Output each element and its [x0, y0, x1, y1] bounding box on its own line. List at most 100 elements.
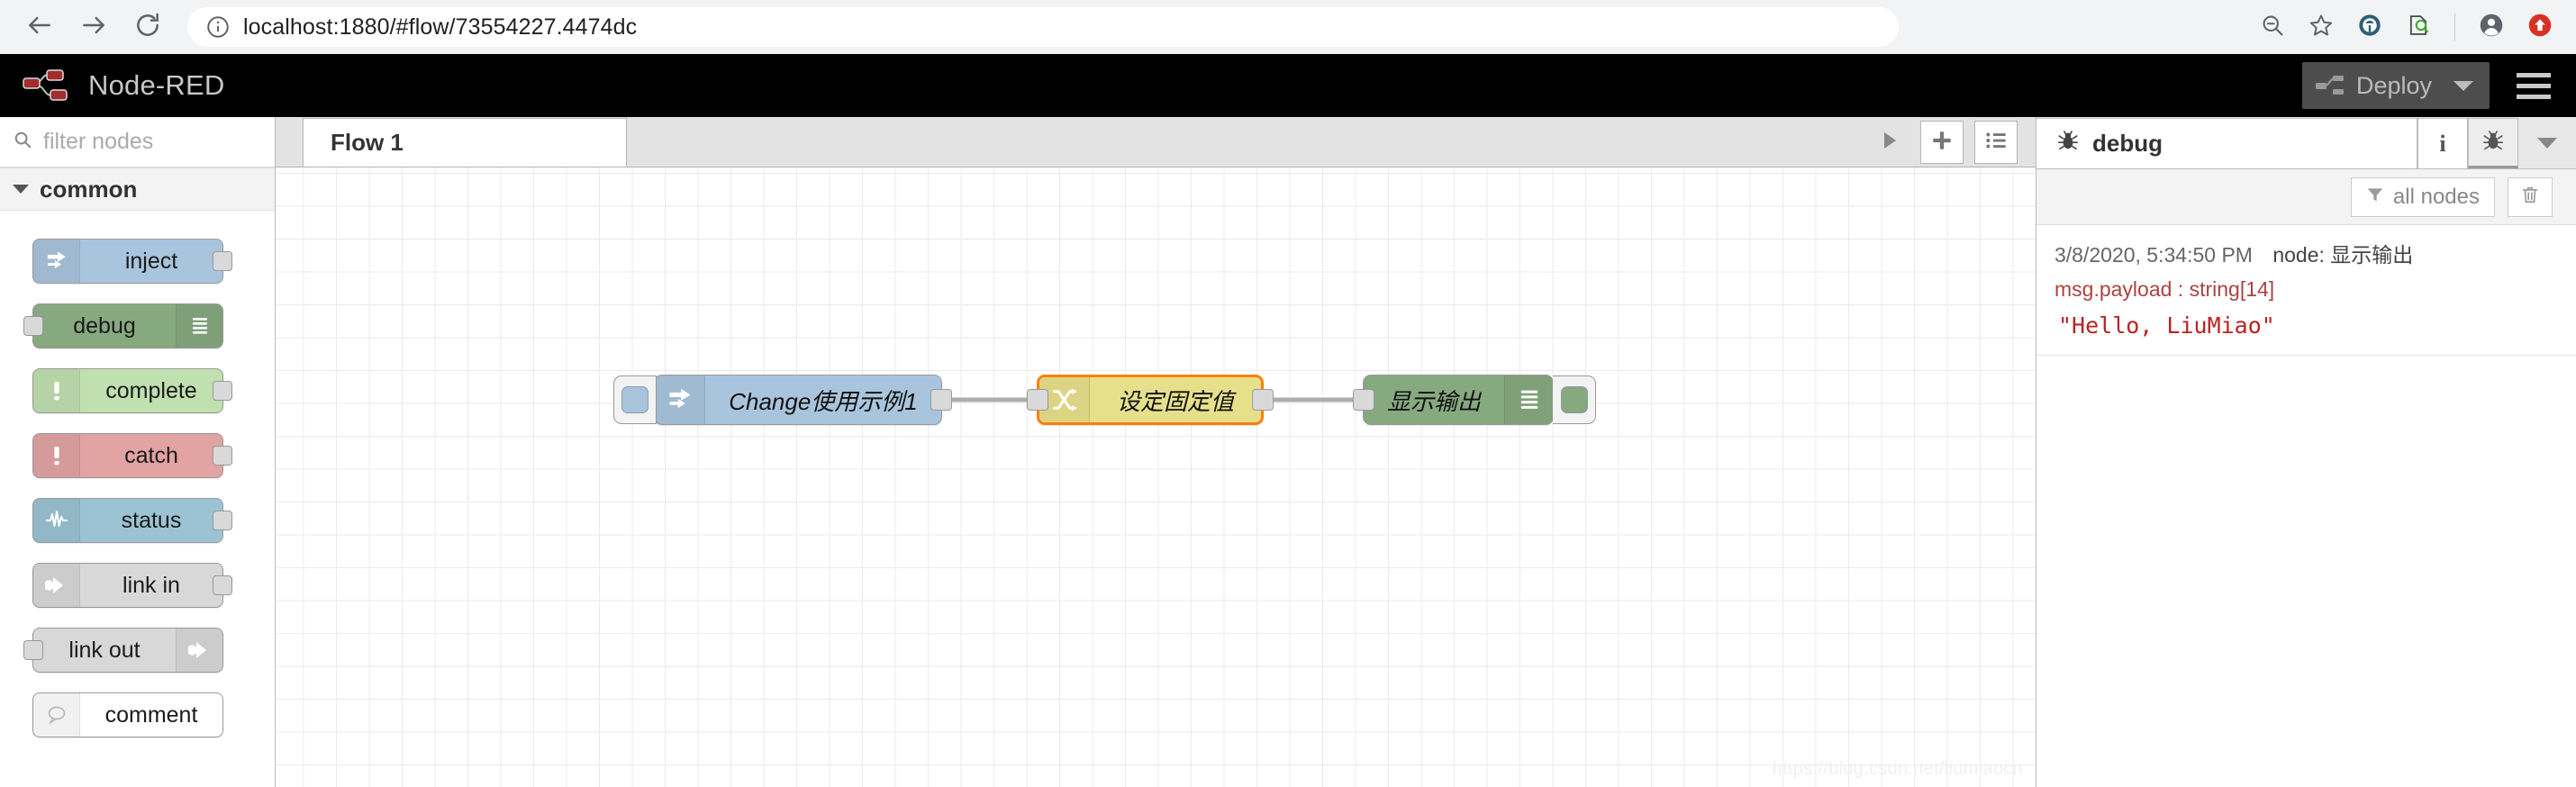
debug-value: "Hello, LiuMiao"	[2058, 312, 2275, 339]
next-flow-icon	[1878, 130, 1900, 156]
forward-button[interactable]	[68, 2, 119, 52]
header-actions: Deploy	[2301, 62, 2554, 109]
app-logo: Node-RED	[22, 67, 224, 104]
palette-item-inject[interactable]: inject	[0, 229, 275, 294]
filter-nodes-button[interactable]: all nodes	[2350, 176, 2495, 217]
add-flow-button[interactable]	[1920, 121, 1964, 164]
deploy-node-icon	[2315, 74, 2345, 97]
filter-label: all nodes	[2392, 184, 2480, 209]
sidebar-tabbar: debug i	[2036, 117, 2576, 169]
extension-shield-button[interactable]	[2346, 4, 2393, 50]
address-bar[interactable]: localhost:1880/#flow/73554227.4474dc	[187, 7, 1899, 47]
palette-item-link-out[interactable]: link out	[0, 618, 275, 683]
palette-category-common[interactable]: common	[0, 167, 275, 211]
debug-property[interactable]: msg.payload : string[14]	[2054, 277, 2558, 302]
browser-action-icons	[2249, 0, 2576, 54]
bookmark-button[interactable]	[2298, 4, 2345, 50]
output-port[interactable]	[1252, 389, 1274, 411]
search-icon	[13, 130, 32, 154]
add-flow-icon	[1930, 129, 1954, 157]
search-input[interactable]	[43, 129, 262, 155]
palette-item-label: status	[121, 507, 182, 533]
watermark: https://blog.csdn.net/liumiaocn	[1772, 759, 2023, 779]
palette-item-catch[interactable]: catch	[0, 423, 275, 488]
reload-icon	[133, 11, 162, 44]
flow-node-inject[interactable]: Change使用示例1	[613, 375, 952, 425]
palette-node-list: inject debug complete catch status link …	[0, 211, 275, 747]
flow-tabbar: Flow 1	[276, 117, 2036, 167]
sidebar-debug-tab[interactable]	[2468, 118, 2518, 168]
palette-item-label: inject	[124, 248, 178, 274]
sidebar-info-tab[interactable]: i	[2417, 118, 2468, 168]
back-button[interactable]	[14, 2, 65, 52]
profile-avatar-icon	[2479, 13, 2504, 42]
reload-button[interactable]	[122, 2, 173, 52]
input-port[interactable]	[1027, 389, 1048, 411]
palette-category-label: common	[40, 175, 138, 203]
extension-inspect-icon	[2406, 13, 2431, 42]
debug-toggle-button[interactable]	[1553, 375, 1596, 424]
inject-arrow-icon	[33, 240, 80, 283]
trash-icon	[2520, 185, 2540, 209]
debug-button-pad	[1560, 386, 1588, 413]
flow-node-label: 设定固定值	[1116, 387, 1234, 415]
exclamation-icon	[33, 434, 80, 477]
output-port[interactable]	[213, 446, 232, 466]
wire-change-to-debug	[1263, 397, 1365, 403]
palette-search[interactable]	[0, 117, 275, 167]
debug-message-list: 3/8/2020, 5:34:50 PM node: 显示输出 msg.payl…	[2036, 225, 2576, 356]
palette-item-label: link in	[122, 572, 180, 598]
deploy-button[interactable]: Deploy	[2301, 62, 2490, 109]
output-port[interactable]	[213, 511, 232, 530]
input-port[interactable]	[23, 316, 43, 336]
palette-item-label: catch	[124, 442, 178, 468]
palette-item-comment[interactable]: comment	[0, 683, 275, 747]
sidebar-menu-button[interactable]	[2518, 118, 2576, 168]
debug-sidebar: debug i all nodes 3/8/2020, 5:34:50 PM n…	[2036, 117, 2576, 787]
flow-canvas[interactable]: Change使用示例1 设定固定值 显示输出 https://blog.csdn…	[276, 167, 2036, 787]
extension-inspect-button[interactable]	[2395, 4, 2442, 50]
node-red-logo-icon	[22, 67, 72, 104]
profile-button[interactable]	[2468, 4, 2515, 50]
clear-debug-button[interactable]	[2508, 176, 2553, 217]
next-flow-button[interactable]	[1868, 122, 1909, 163]
inject-button-pad	[621, 386, 649, 413]
hamburger-menu-icon[interactable]	[2513, 68, 2554, 104]
palette-item-label: link out	[68, 637, 141, 663]
palette-item-status[interactable]: status	[0, 488, 275, 553]
output-port[interactable]	[213, 575, 232, 595]
palette-item-complete[interactable]: complete	[0, 358, 275, 423]
info-circle-icon[interactable]	[205, 14, 231, 40]
flow-node-change[interactable]: 设定固定值	[1027, 375, 1274, 425]
debug-message-meta: 3/8/2020, 5:34:50 PM node: 显示输出	[2054, 238, 2558, 268]
palette-item-debug[interactable]: debug	[0, 294, 275, 358]
output-port[interactable]	[213, 381, 232, 401]
flow-node-debug[interactable]: 显示输出	[1353, 375, 1596, 425]
zoom-out-icon	[2260, 13, 2285, 42]
input-port[interactable]	[23, 640, 43, 660]
output-port[interactable]	[930, 389, 952, 411]
exclamation-icon	[33, 369, 80, 412]
update-button[interactable]	[2517, 4, 2563, 50]
node-palette: common inject debug	[0, 117, 276, 787]
output-port[interactable]	[213, 251, 232, 271]
inject-trigger-button[interactable]	[613, 375, 657, 424]
update-arrow-icon	[2527, 13, 2553, 42]
palette-item-link-in[interactable]: link in	[0, 553, 275, 618]
speech-bubble-icon	[33, 693, 80, 737]
debug-message[interactable]: 3/8/2020, 5:34:50 PM node: 显示输出 msg.payl…	[2036, 225, 2576, 356]
flow-tab-flow-1[interactable]: Flow 1	[303, 118, 627, 167]
input-port[interactable]	[1353, 389, 1374, 411]
debug-source-node: node: 显示输出	[2272, 243, 2414, 267]
palette-item-label: complete	[105, 377, 197, 403]
sidebar-tab-debug[interactable]: debug	[2036, 118, 2417, 168]
zoom-out-button[interactable]	[2249, 4, 2296, 50]
chevron-down-icon[interactable]	[2454, 80, 2473, 91]
flow-list-button[interactable]	[1974, 121, 2018, 164]
address-bar-url[interactable]: localhost:1880/#flow/73554227.4474dc	[243, 14, 637, 41]
debug-lines-icon	[1504, 375, 1553, 424]
menu-line	[2517, 83, 2551, 88]
deploy-label: Deploy	[2355, 71, 2432, 99]
forward-arrow-icon	[79, 11, 108, 44]
wire-inject-to-change	[944, 397, 1039, 403]
